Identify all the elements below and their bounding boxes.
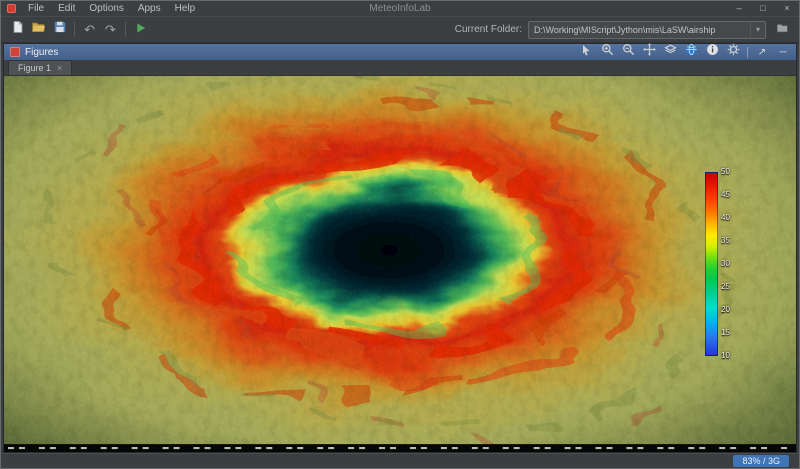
- layers-button[interactable]: [663, 45, 677, 59]
- window-controls: – □ ×: [727, 1, 799, 16]
- storm-visualization[interactable]: [4, 76, 796, 452]
- figures-panel-title: Figures: [25, 47, 58, 58]
- chevron-down-icon[interactable]: ▾: [750, 22, 765, 38]
- colorbar-labels: 50 45 40 35 30 25 20 15 10: [721, 168, 739, 360]
- figure-toolbar: ↗ ─: [579, 45, 790, 59]
- colorbar-tick: 40: [721, 214, 739, 222]
- zoom-in-button[interactable]: [600, 45, 614, 59]
- main-toolbar: ↶ ↷ Current Folder: D:\Working\MIScript\…: [1, 17, 799, 43]
- figure-area: 50 45 40 35 30 25 20 15 10: [4, 76, 796, 452]
- statusbar: 83% / 3G: [1, 453, 799, 468]
- open-file-button[interactable]: [28, 19, 49, 40]
- colorbar-tick: 25: [721, 283, 739, 291]
- figures-panel-header: Figures ↗ ─: [4, 44, 796, 60]
- run-script-button[interactable]: [130, 19, 151, 40]
- meteoinfolab-window: File Edit Options Apps Help MeteoInfoLab…: [0, 0, 800, 469]
- zoom-out-icon: [622, 43, 635, 61]
- figure-toolbar-divider: [747, 47, 748, 58]
- undo-button[interactable]: ↶: [79, 19, 100, 40]
- colorbar-tick: 15: [721, 329, 739, 337]
- figures-panel-icon: [10, 47, 20, 57]
- float-window-button[interactable]: ↗: [755, 45, 769, 59]
- new-script-button[interactable]: [7, 19, 28, 40]
- info-button[interactable]: [705, 45, 719, 59]
- gear-icon: [727, 43, 740, 61]
- maximize-button[interactable]: □: [751, 1, 775, 16]
- minimize-panel-icon: ─: [779, 46, 786, 59]
- minimize-panel-button[interactable]: ─: [776, 45, 790, 59]
- pan-icon: [643, 43, 656, 61]
- app-logo-icon: [7, 4, 16, 13]
- menu-options[interactable]: Options: [82, 1, 130, 16]
- browse-folder-icon: [776, 21, 789, 39]
- tab-figure-1[interactable]: Figure 1 ×: [8, 60, 72, 75]
- colorbar-tick: 45: [721, 191, 739, 199]
- pointer-icon: [580, 43, 592, 61]
- save-disk-icon: [53, 20, 67, 39]
- menu-edit[interactable]: Edit: [51, 1, 82, 16]
- close-button[interactable]: ×: [775, 1, 799, 16]
- toolbar-divider: [74, 22, 75, 37]
- zoom-out-button[interactable]: [621, 45, 635, 59]
- tab-close-icon[interactable]: ×: [57, 64, 62, 73]
- colorbar-tick: 35: [721, 237, 739, 245]
- menu-file[interactable]: File: [21, 1, 51, 16]
- info-icon: [706, 43, 719, 61]
- colorbar-tick: 20: [721, 306, 739, 314]
- new-file-icon: [11, 20, 25, 39]
- tab-label: Figure 1: [18, 63, 51, 73]
- colorbar: [705, 172, 718, 356]
- globe-button[interactable]: [684, 45, 698, 59]
- figure-tabbar: Figure 1 ×: [4, 60, 796, 76]
- colorbar-tick: 30: [721, 260, 739, 268]
- settings-button[interactable]: [726, 45, 740, 59]
- memory-indicator[interactable]: 83% / 3G: [733, 455, 789, 467]
- float-icon: ↗: [758, 46, 766, 59]
- pan-button[interactable]: [642, 45, 656, 59]
- figures-panel: Figures ↗ ─ Figure 1 ×: [3, 43, 797, 453]
- pointer-button[interactable]: [579, 45, 593, 59]
- current-folder-combobox[interactable]: D:\Working\MIScript\Jython\mis\LaSW\airs…: [528, 21, 766, 39]
- globe-icon: [685, 43, 698, 61]
- browse-folder-button[interactable]: [772, 19, 793, 40]
- run-icon: [135, 21, 147, 39]
- undo-icon: ↶: [84, 23, 95, 36]
- redo-icon: ↷: [105, 23, 116, 36]
- menu-apps[interactable]: Apps: [131, 1, 168, 16]
- current-folder-path: D:\Working\MIScript\Jython\mis\LaSW\airs…: [529, 25, 750, 35]
- current-folder-label: Current Folder:: [455, 24, 522, 35]
- open-folder-icon: [31, 20, 46, 39]
- toolbar-divider: [125, 22, 126, 37]
- layers-icon: [664, 43, 677, 61]
- zoom-in-icon: [601, 43, 614, 61]
- save-button[interactable]: [49, 19, 70, 40]
- colorbar-tick: 50: [721, 168, 739, 176]
- redo-button[interactable]: ↷: [100, 19, 121, 40]
- titlebar: File Edit Options Apps Help MeteoInfoLab…: [1, 1, 799, 17]
- colorbar-tick: 10: [721, 352, 739, 360]
- current-folder-group: Current Folder: D:\Working\MIScript\Jyth…: [455, 19, 793, 40]
- minimize-button[interactable]: –: [727, 1, 751, 16]
- menu-help[interactable]: Help: [168, 1, 203, 16]
